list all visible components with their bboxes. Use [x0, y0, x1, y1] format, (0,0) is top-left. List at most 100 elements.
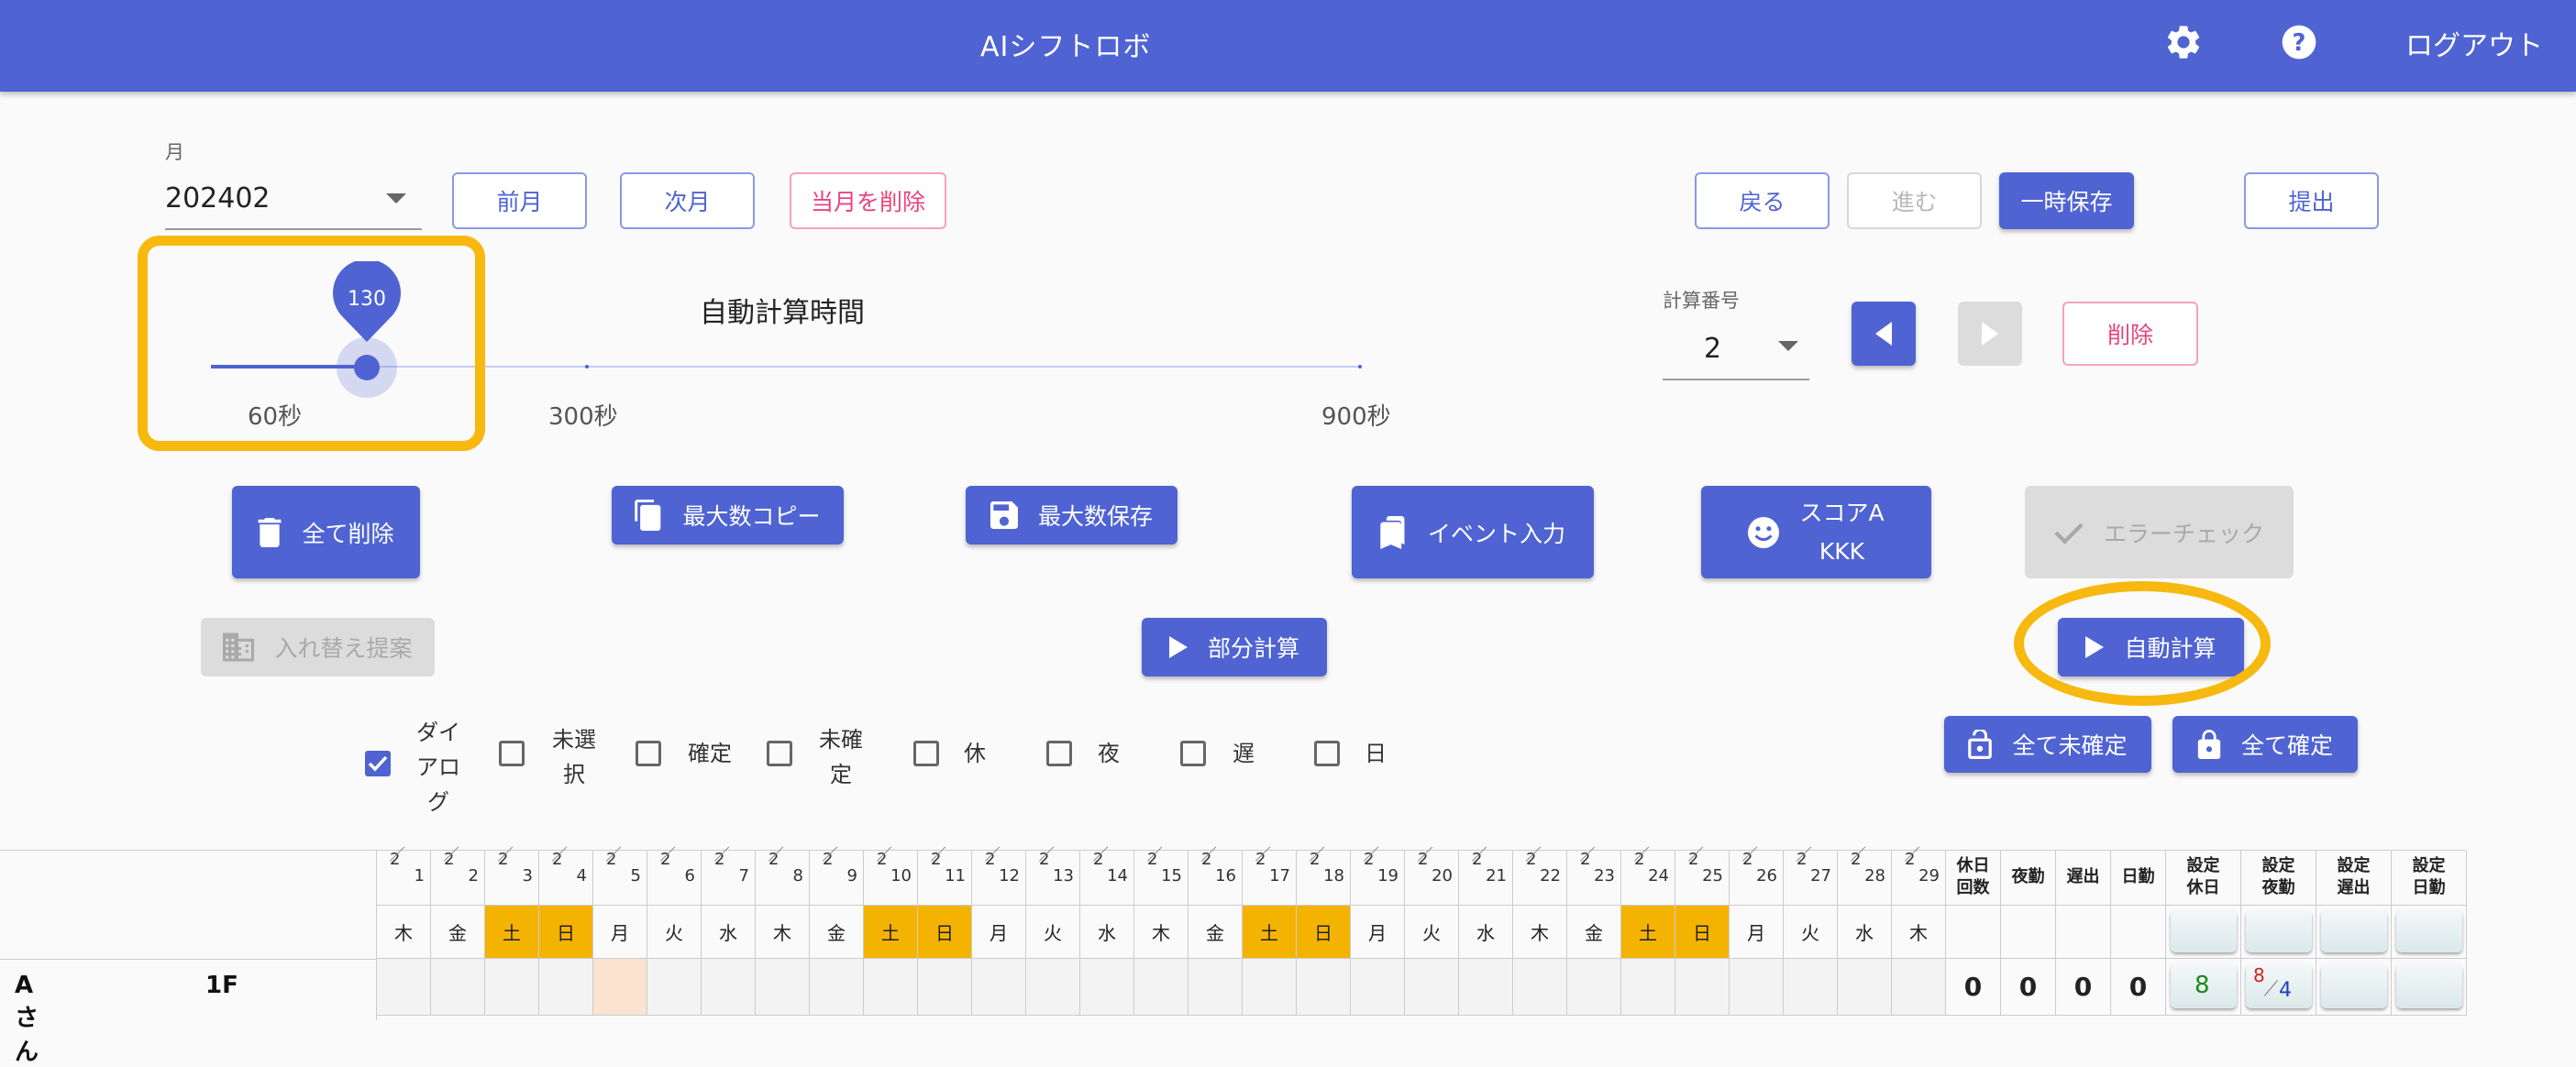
delete-all-label: 全て削除 [302, 520, 394, 547]
shift-cell[interactable] [1784, 959, 1838, 1016]
date-day: 4 [576, 866, 587, 886]
summary-header-text: 日勤 [2121, 867, 2155, 886]
setting-button[interactable] [2321, 964, 2387, 1008]
weekday-cell: 日 [918, 906, 972, 959]
setting-button-header[interactable] [2396, 910, 2462, 952]
date-day: 15 [1161, 866, 1182, 886]
setting-button-header[interactable] [2321, 910, 2387, 952]
partial-calc-button[interactable]: 部分計算 [1142, 618, 1327, 676]
filter-checkbox-late[interactable] [1180, 741, 1206, 766]
weekday-cell: 日 [539, 906, 593, 959]
submit-button[interactable]: 提出 [2244, 172, 2379, 229]
weekday-cell: 水 [702, 906, 756, 959]
chevron-down-icon[interactable] [1778, 341, 1798, 352]
shift-cell[interactable] [1675, 959, 1730, 1016]
error-check-button[interactable]: エラーチェック [2025, 486, 2294, 578]
shift-cell[interactable] [1243, 959, 1297, 1016]
shift-cell[interactable] [1838, 959, 1892, 1016]
date-header-cell: 2 27 [1784, 846, 1838, 906]
filter-checkbox-rest[interactable] [913, 741, 939, 766]
filter-checkbox-day[interactable] [1314, 741, 1340, 766]
count-value: 0 [2128, 972, 2148, 1002]
calc-delete-button[interactable]: 削除 [2062, 302, 2198, 366]
logout-link[interactable]: ログアウト [2405, 23, 2543, 63]
date-header-cell: 2 19 [1351, 846, 1405, 906]
unconfirm-all-button[interactable]: 全て未確定 [1944, 716, 2151, 773]
shift-cell[interactable] [1297, 959, 1351, 1016]
gear-icon[interactable] [2163, 22, 2204, 62]
filter-label-unconfirmed: 未確定 [819, 727, 863, 787]
filter-label-rest: 休 [964, 741, 986, 766]
back-button[interactable]: 戻る [1695, 172, 1830, 229]
shift-cell[interactable] [593, 959, 647, 1016]
setting-button-header[interactable] [2171, 910, 2237, 952]
setting-button-header[interactable] [2246, 910, 2312, 952]
date-day: 23 [1594, 866, 1615, 886]
shift-cell[interactable] [1134, 959, 1188, 1016]
shift-cell[interactable] [1026, 959, 1080, 1016]
date-day: 25 [1702, 866, 1723, 886]
delete-month-button[interactable]: 当月を削除 [790, 172, 946, 229]
app-title: AIシフトロボ [980, 31, 1152, 63]
score-button[interactable]: スコアA KKK [1701, 486, 1931, 578]
shift-cell[interactable] [1080, 959, 1134, 1016]
chevron-down-icon[interactable] [386, 193, 406, 204]
swap-suggest-button[interactable]: 入れ替え提案 [201, 618, 435, 676]
month-select[interactable]: 202402 [165, 182, 271, 214]
filter-checkbox-night[interactable] [1046, 741, 1072, 766]
shift-cell[interactable] [756, 959, 810, 1016]
calc-next-button[interactable] [1958, 302, 2022, 366]
filter-checkbox-unconfirmed[interactable] [767, 741, 792, 766]
summary-header-text: 休日 回数 [1956, 856, 1990, 897]
shift-cell[interactable] [1188, 959, 1243, 1016]
shift-cell[interactable] [431, 959, 485, 1016]
shift-cell[interactable] [1730, 959, 1784, 1016]
prev-month-button[interactable]: 前月 [452, 172, 587, 229]
confirm-all-button[interactable]: 全て確定 [2172, 716, 2358, 773]
filter-checkbox-confirmed[interactable] [636, 741, 661, 766]
arrow-right-icon [1982, 322, 1998, 346]
summary-count-cell: 0 [1946, 959, 2001, 1016]
filter-label-night: 夜 [1098, 741, 1120, 766]
filter-label-late: 遅 [1233, 741, 1255, 766]
calc-prev-button[interactable] [1852, 302, 1916, 366]
summary-weekday-cell [2056, 906, 2111, 959]
next-month-button[interactable]: 次月 [620, 172, 755, 229]
forward-button[interactable]: 進む [1847, 172, 1982, 229]
shift-cell[interactable] [810, 959, 864, 1016]
event-input-button[interactable]: イベント入力 [1352, 486, 1594, 578]
count-value: 0 [2018, 972, 2038, 1002]
delete-all-button[interactable]: 全て削除 [232, 486, 420, 578]
slider-mid-label: 300秒 [548, 403, 618, 431]
copy-icon [635, 500, 661, 531]
shift-cell[interactable] [1513, 959, 1567, 1016]
save-max-button[interactable]: 最大数保存 [966, 486, 1177, 544]
shift-cell[interactable] [1459, 959, 1513, 1016]
temp-save-button[interactable]: 一時保存 [1999, 172, 2134, 229]
weekday-cell: 金 [1567, 906, 1621, 959]
shift-cell[interactable] [485, 959, 539, 1016]
filter-checkbox-unselected[interactable] [499, 741, 525, 766]
filter-checkbox-dialog[interactable] [365, 751, 391, 776]
shift-cell[interactable] [647, 959, 702, 1016]
setting-button[interactable] [2396, 964, 2462, 1008]
setting-button[interactable]: 84 [2246, 964, 2312, 1008]
shift-cell[interactable] [864, 959, 918, 1016]
shift-cell[interactable] [702, 959, 756, 1016]
shift-cell[interactable] [1621, 959, 1675, 1016]
summary-header: 設定 遅出 [2316, 850, 2392, 906]
setting-button[interactable]: 8 [2171, 964, 2237, 1008]
shift-cell[interactable] [1351, 959, 1405, 1016]
confirm-all-label: 全て確定 [2240, 732, 2333, 759]
calc-number-select[interactable]: 2 [1704, 333, 1721, 365]
copy-max-button[interactable]: 最大数コピー [612, 486, 844, 544]
shift-cell[interactable] [1405, 959, 1459, 1016]
shift-cell[interactable] [918, 959, 972, 1016]
shift-cell[interactable] [539, 959, 593, 1016]
shift-cell[interactable] [1567, 959, 1621, 1016]
slider-title: 自動計算時間 [700, 297, 865, 329]
shift-cell[interactable] [972, 959, 1026, 1016]
help-icon[interactable]: ? [2279, 22, 2319, 62]
shift-cell[interactable] [377, 959, 431, 1016]
shift-cell[interactable] [1892, 959, 1946, 1016]
